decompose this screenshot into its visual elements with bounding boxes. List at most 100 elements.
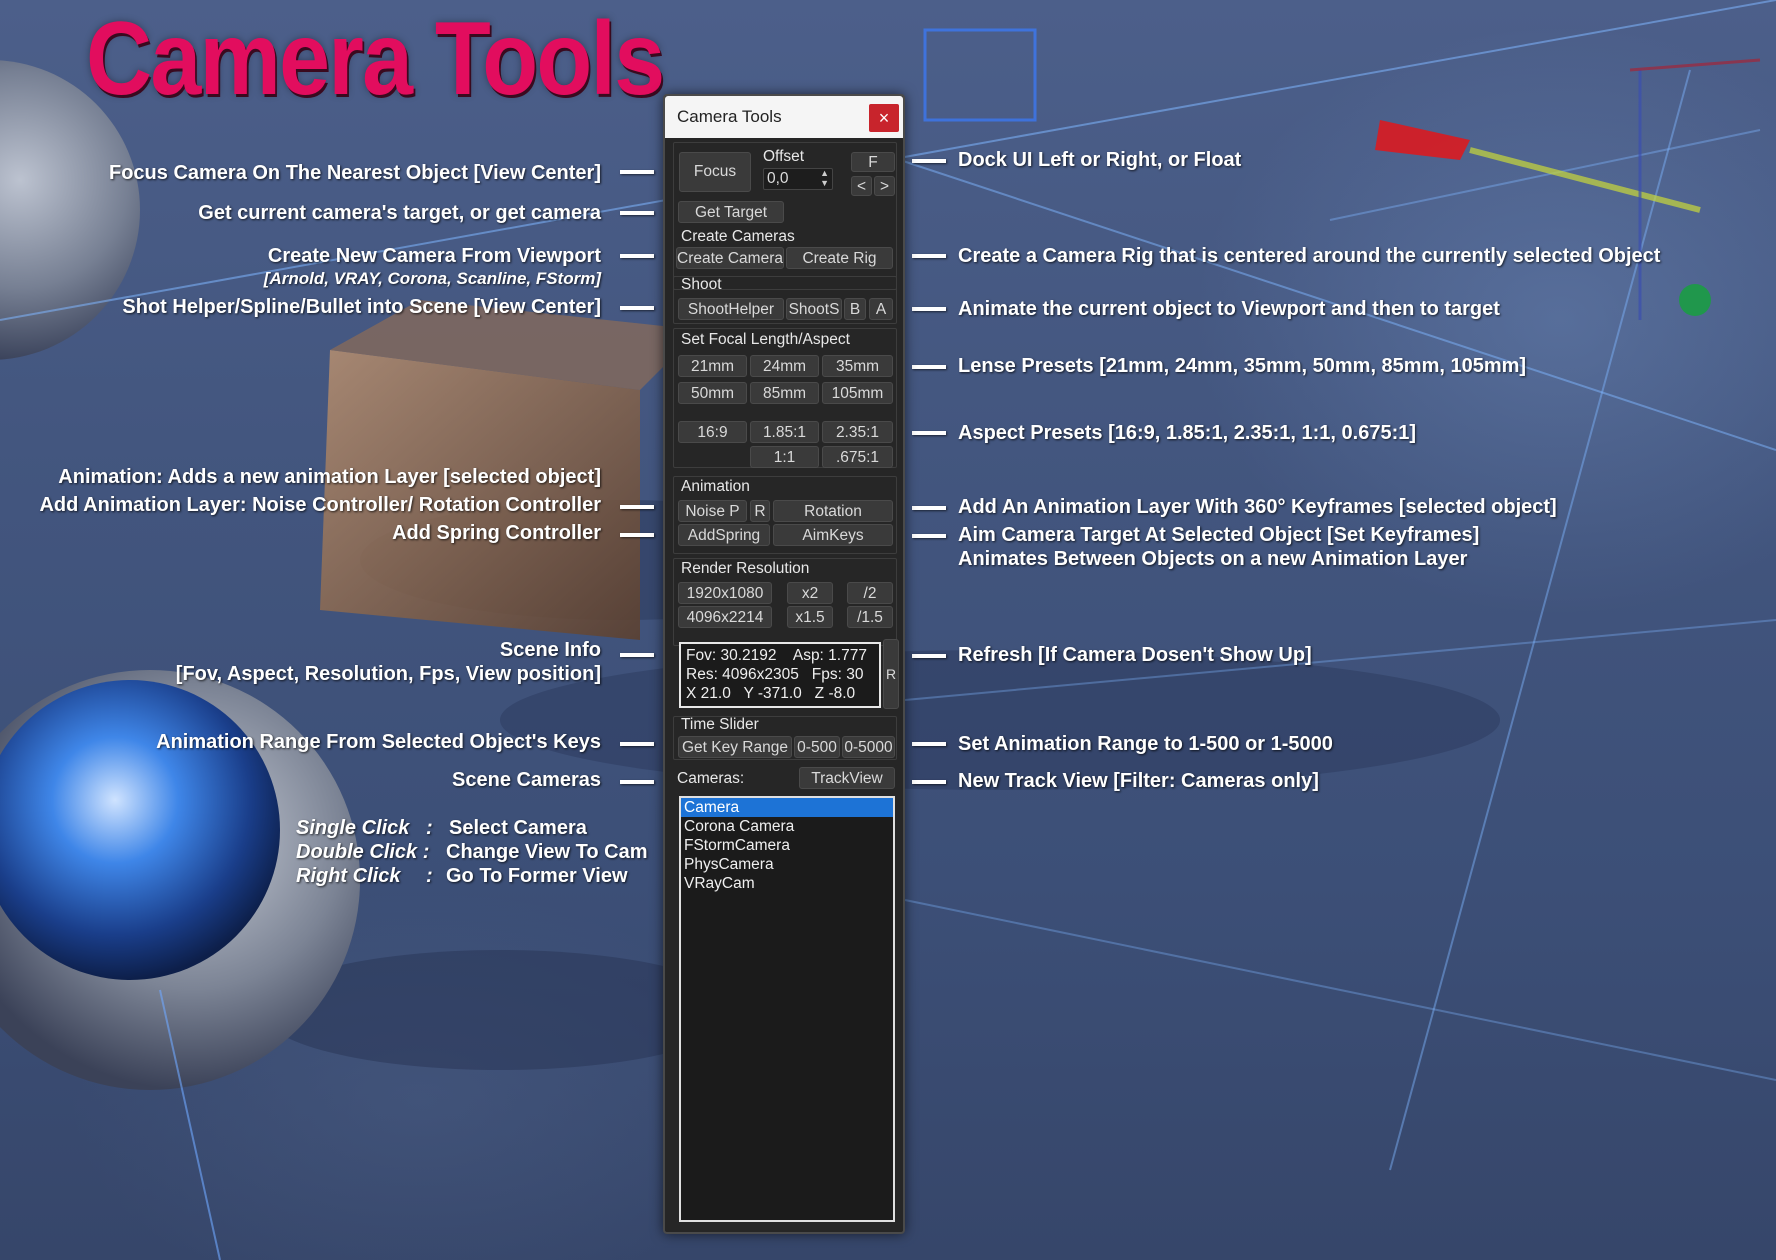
annotation-dash [620, 306, 654, 310]
spinner-arrows-icon[interactable]: ▲ ▼ [820, 168, 829, 188]
shoot-bullet-button[interactable]: B [844, 298, 866, 320]
annotation-lense: Lense Presets [21mm, 24mm, 35mm, 50mm, 8… [958, 355, 1527, 377]
shoot-label: Shoot [681, 276, 722, 293]
aspect-1-85-button[interactable]: 1.85:1 [750, 421, 819, 443]
annotation-anim-range: Animation Range From Selected Object's K… [156, 731, 601, 753]
double-click-value: Change View To Cam [446, 841, 648, 863]
refresh-button[interactable]: R [883, 639, 899, 709]
shoot-helper-button[interactable]: ShootHelper [678, 298, 784, 320]
annotation-rig: Create a Camera Rig that is centered aro… [958, 245, 1661, 267]
res-4096-button[interactable]: 4096x2214 [678, 606, 772, 628]
lens-21mm-button[interactable]: 21mm [678, 355, 747, 377]
shoot-animate-button[interactable]: A [869, 298, 893, 320]
annotation-dash [912, 742, 946, 746]
add-spring-button[interactable]: AddSpring [678, 524, 770, 546]
panel-titlebar[interactable]: Camera Tools × [665, 96, 903, 138]
time-slider-label: Time Slider [681, 716, 759, 733]
annotation-dash [912, 159, 946, 163]
rotation-button[interactable]: Rotation [773, 500, 893, 522]
annotation-shoot: Shot Helper/Spline/Bullet into Scene [Vi… [122, 296, 601, 318]
cameras-list[interactable]: Camera Corona Camera FStormCamera PhysCa… [679, 796, 895, 1222]
offset-value: 0,0 [767, 170, 789, 187]
trackview-button[interactable]: TrackView [799, 767, 895, 789]
annotation-dash [912, 254, 946, 258]
close-icon: × [878, 108, 890, 128]
list-item[interactable]: FStormCamera [681, 836, 893, 855]
lens-50mm-button[interactable]: 50mm [678, 382, 747, 404]
single-click-sep: : [426, 817, 433, 839]
list-item[interactable]: PhysCamera [681, 855, 893, 874]
aspect-1-1-button[interactable]: 1:1 [750, 446, 819, 468]
annotation-create-camera-text: Create New Camera From Viewport [267, 245, 601, 267]
lens-105mm-button[interactable]: 105mm [822, 382, 893, 404]
annotation-dash [620, 211, 654, 215]
info-res-fps: Res: 4096x2305 Fps: 30 [686, 666, 864, 683]
annotation-aim-text: Aim Camera Target At Selected Object [Se… [958, 524, 1480, 546]
single-click-value: Select Camera [449, 817, 587, 839]
res-1920-button[interactable]: 1920x1080 [678, 582, 772, 604]
annotation-scene-info-text: Scene Info [499, 639, 601, 661]
annotation-scene-info: Scene Info [Fov, Aspect, Resolution, Fps… [176, 638, 601, 686]
res-x2-button[interactable]: x2 [787, 582, 833, 604]
annotation-dash [912, 654, 946, 658]
annotation-dash [620, 533, 654, 537]
annotation-range: Set Animation Range to 1-500 or 1-5000 [958, 733, 1333, 755]
annotation-dock: Dock UI Left or Right, or Float [958, 149, 1242, 171]
range-0-5000-button[interactable]: 0-5000 [842, 736, 895, 758]
create-rig-button[interactable]: Create Rig [786, 247, 893, 269]
dock-right-button[interactable]: > [874, 176, 895, 196]
aspect-16-9-button[interactable]: 16:9 [678, 421, 747, 443]
rotation-controller-button[interactable]: R [750, 500, 770, 522]
range-0-500-button[interactable]: 0-500 [794, 736, 840, 758]
aim-keys-button[interactable]: AimKeys [773, 524, 893, 546]
res-div1-5-button[interactable]: /1.5 [847, 606, 893, 628]
annotation-dash [620, 505, 654, 509]
annotation-noise: Add Animation Layer: Noise Controller/ R… [39, 494, 601, 516]
offset-spinner[interactable]: 0,0 ▲ ▼ [763, 168, 833, 190]
create-camera-button[interactable]: Create Camera [676, 247, 784, 269]
list-item[interactable]: Corona Camera [681, 817, 893, 836]
annotation-dash [620, 780, 654, 784]
annotation-create-camera: Create New Camera From Viewport [Arnold,… [264, 244, 601, 289]
focus-button[interactable]: Focus [679, 152, 751, 192]
lens-24mm-button[interactable]: 24mm [750, 355, 819, 377]
render-resolution-label: Render Resolution [681, 560, 810, 577]
res-div2-button[interactable]: /2 [847, 582, 893, 604]
aspect-0-675-button[interactable]: .675:1 [822, 446, 893, 468]
annotation-dash [912, 506, 946, 510]
panel-title: Camera Tools [677, 107, 782, 126]
list-item[interactable]: Camera [681, 798, 893, 817]
lens-35mm-button[interactable]: 35mm [822, 355, 893, 377]
list-item[interactable]: VRayCam [681, 874, 893, 893]
animation-label: Animation [681, 478, 750, 495]
dock-float-button[interactable]: F [851, 152, 895, 172]
cameras-label: Cameras: [677, 770, 745, 787]
aspect-2-35-button[interactable]: 2.35:1 [822, 421, 893, 443]
annotation-animate: Animate the current object to Viewport a… [958, 298, 1500, 320]
annotation-dash [912, 534, 946, 538]
noise-controller-button[interactable]: Noise P [678, 500, 747, 522]
annotation-dash [912, 780, 946, 784]
focal-label: Set Focal Length/Aspect [681, 331, 850, 348]
single-click-key: Single Click [296, 817, 410, 839]
annotation-spring: Add Spring Controller [392, 522, 601, 544]
get-key-range-button[interactable]: Get Key Range [678, 736, 792, 758]
camera-gizmo [923, 28, 1037, 122]
info-position: X 21.0 Y -371.0 Z -8.0 [686, 685, 856, 702]
annotation-dash [620, 742, 654, 746]
get-target-button[interactable]: Get Target [678, 201, 784, 223]
lens-85mm-button[interactable]: 85mm [750, 382, 819, 404]
click-help: Single Click: Select Camera Double Click … [296, 816, 648, 888]
camera-tools-panel: Camera Tools × Focus Offset 0,0 ▲ ▼ F < >… [663, 94, 905, 1234]
right-click-value: Go To Former View [446, 865, 628, 887]
banner-title: Camera Tools [86, 1, 665, 117]
annotation-get-target: Get current camera's target, or get came… [198, 202, 601, 224]
shoot-spline-button[interactable]: ShootS [786, 298, 842, 320]
dock-left-button[interactable]: < [851, 176, 872, 196]
annotation-dash [912, 431, 946, 435]
res-x1-5-button[interactable]: x1.5 [787, 606, 833, 628]
annotation-dash [912, 365, 946, 369]
annotation-dash [620, 653, 654, 657]
close-button[interactable]: × [869, 104, 899, 132]
annotation-trackview: New Track View [Filter: Cameras only] [958, 770, 1319, 792]
